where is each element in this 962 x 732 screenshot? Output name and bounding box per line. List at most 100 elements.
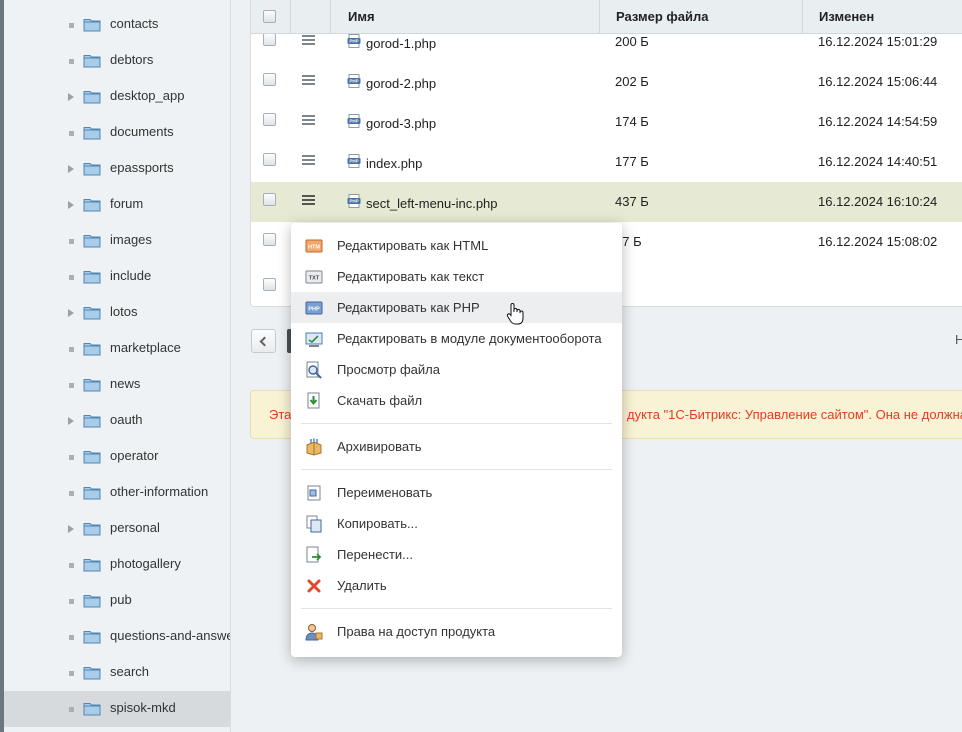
menu-item-view-file[interactable]: Просмотр файла bbox=[291, 354, 622, 385]
expand-arrow-icon[interactable] bbox=[66, 92, 76, 102]
tree-item-label: photogallery bbox=[110, 556, 181, 571]
column-header-label: Имя bbox=[348, 9, 375, 24]
menu-item-label: Перенести... bbox=[337, 547, 413, 562]
tree-item-oauth[interactable]: oauth bbox=[4, 403, 230, 439]
expand-arrow-icon[interactable] bbox=[66, 524, 76, 534]
row-checkbox[interactable] bbox=[263, 73, 276, 86]
menu-item-label: Просмотр файла bbox=[337, 362, 440, 377]
notice-text-right: дукта "1С-Битрикс: Управление сайтом". О… bbox=[627, 407, 962, 422]
tree-item-label: desktop_app bbox=[110, 88, 185, 103]
tree-item-label: documents bbox=[110, 124, 174, 139]
file-name-link[interactable]: sect_left-menu-inc.php bbox=[366, 196, 498, 211]
menu-item-edit-html[interactable]: HTM Редактировать как HTML bbox=[291, 230, 622, 261]
tree-item-include[interactable]: include bbox=[4, 259, 230, 295]
menu-item-move[interactable]: Перенести... bbox=[291, 539, 622, 570]
tree-item-search[interactable]: search bbox=[4, 655, 230, 691]
menu-item-edit-workflow[interactable]: Редактировать в модуле документооборота bbox=[291, 323, 622, 354]
tree-item-debtors[interactable]: debtors bbox=[4, 43, 230, 79]
select-all-checkbox[interactable] bbox=[263, 10, 276, 23]
folder-icon bbox=[83, 523, 101, 536]
row-checkbox[interactable] bbox=[263, 33, 276, 46]
tree-item-documents[interactable]: documents bbox=[4, 115, 230, 151]
menu-item-label: Переименовать bbox=[337, 485, 433, 500]
tree-item-desktop-app[interactable]: desktop_app bbox=[4, 79, 230, 115]
menu-separator bbox=[301, 423, 612, 424]
tree-item-label: epassports bbox=[110, 160, 174, 175]
menu-item-copy[interactable]: Копировать... bbox=[291, 508, 622, 539]
tree-item-forum[interactable]: forum bbox=[4, 187, 230, 223]
tree-bullet-icon bbox=[66, 560, 76, 570]
table-row[interactable]: PHP index.php 177 Б 16.12.2024 14:40:51 bbox=[251, 142, 962, 182]
row-checkbox[interactable] bbox=[263, 233, 276, 246]
folder-icon bbox=[83, 127, 101, 140]
file-name-link[interactable]: gorod-2.php bbox=[366, 76, 436, 91]
tree-item-marketplace[interactable]: marketplace bbox=[4, 331, 230, 367]
menu-item-label: Редактировать как HTML bbox=[337, 238, 489, 253]
row-checkbox[interactable] bbox=[263, 153, 276, 166]
tree-item-questions-and-answers[interactable]: questions-and-answe bbox=[4, 619, 230, 655]
tree-item-images[interactable]: images bbox=[4, 223, 230, 259]
tree-item-label: contacts bbox=[110, 16, 159, 31]
menu-item-edit-text[interactable]: TXT Редактировать как текст bbox=[291, 261, 622, 292]
tree-item-personal[interactable]: personal bbox=[4, 511, 230, 547]
menu-item-label: Редактировать в модуле документооборота bbox=[337, 331, 602, 346]
svg-text:PHP: PHP bbox=[349, 199, 358, 204]
menu-item-archive[interactable]: Архивировать bbox=[291, 431, 622, 462]
tree-bullet-icon bbox=[66, 452, 76, 462]
menu-item-label: Копировать... bbox=[337, 516, 418, 531]
file-name-link[interactable]: gorod-3.php bbox=[366, 116, 436, 131]
row-menu-icon[interactable] bbox=[302, 35, 315, 45]
tree-item-label: forum bbox=[110, 196, 144, 211]
column-header-modified[interactable]: Изменен bbox=[803, 0, 962, 33]
menu-item-label: Редактировать как PHP bbox=[337, 300, 480, 315]
menu-item-access-rights[interactable]: Права на доступ продукта bbox=[291, 616, 622, 647]
tree-item-news[interactable]: news bbox=[4, 367, 230, 403]
expand-arrow-icon[interactable] bbox=[66, 164, 76, 174]
copy-icon bbox=[306, 515, 322, 533]
html-edit-icon: HTM bbox=[305, 239, 323, 253]
row-checkbox[interactable] bbox=[263, 113, 276, 126]
table-row[interactable]: PHP gorod-2.php 202 Б 16.12.2024 15:06:4… bbox=[251, 62, 962, 102]
tree-item-photogallery[interactable]: photogallery bbox=[4, 547, 230, 583]
column-header-size[interactable]: Размер файла bbox=[600, 0, 803, 33]
row-menu-icon[interactable] bbox=[302, 75, 315, 85]
tree-bullet-icon bbox=[66, 272, 76, 282]
tree-item-contacts[interactable]: contacts bbox=[4, 7, 230, 43]
tree-item-label: debtors bbox=[110, 52, 154, 67]
menu-separator bbox=[301, 608, 612, 609]
tree-item-other-information[interactable]: other-information bbox=[4, 475, 230, 511]
column-header-name[interactable]: Имя bbox=[331, 0, 600, 33]
folder-icon bbox=[83, 199, 101, 212]
file-name-link[interactable]: index.php bbox=[366, 156, 422, 171]
expand-arrow-icon[interactable] bbox=[66, 200, 76, 210]
tree-item-lotos[interactable]: lotos bbox=[4, 295, 230, 331]
tree-item-operator[interactable]: operator bbox=[4, 439, 230, 475]
table-row-highlighted[interactable]: PHP sect_left-menu-inc.php 437 Б 16.12.2… bbox=[251, 182, 962, 222]
tree-item-pub[interactable]: pub bbox=[4, 583, 230, 619]
row-menu-icon[interactable] bbox=[302, 155, 315, 165]
file-name-link[interactable]: gorod-1.php bbox=[366, 36, 436, 51]
menu-item-download[interactable]: Скачать файл bbox=[291, 385, 622, 416]
row-menu-icon[interactable] bbox=[302, 195, 315, 205]
row-menu-icon[interactable] bbox=[302, 115, 315, 125]
menu-item-edit-php[interactable]: PHP Редактировать как PHP bbox=[291, 292, 622, 323]
tree-item-label: questions-and-answe bbox=[110, 628, 231, 643]
delete-icon bbox=[307, 579, 321, 593]
tree-item-spisok-mkd[interactable]: spisok-mkd bbox=[4, 691, 230, 727]
tree-item-label: images bbox=[110, 232, 152, 247]
row-checkbox[interactable] bbox=[263, 278, 276, 291]
file-modified: 16.12.2024 15:01:29 bbox=[818, 34, 938, 49]
table-row[interactable]: PHP gorod-3.php 174 Б 16.12.2024 14:54:5… bbox=[251, 102, 962, 142]
menu-item-delete[interactable]: Удалить bbox=[291, 570, 622, 601]
menu-item-rename[interactable]: Переименовать bbox=[291, 477, 622, 508]
menu-item-label: Архивировать bbox=[337, 439, 422, 454]
previous-page-button[interactable] bbox=[251, 329, 276, 353]
tree-bullet-icon bbox=[66, 632, 76, 642]
row-checkbox[interactable] bbox=[263, 193, 276, 206]
tree-item-label: lotos bbox=[110, 304, 138, 319]
expand-arrow-icon[interactable] bbox=[66, 416, 76, 426]
file-modified: 16.12.2024 15:06:44 bbox=[818, 74, 938, 89]
tree-item-epassports[interactable]: epassports bbox=[4, 151, 230, 187]
menu-item-label: Редактировать как текст bbox=[337, 269, 485, 284]
expand-arrow-icon[interactable] bbox=[66, 308, 76, 318]
